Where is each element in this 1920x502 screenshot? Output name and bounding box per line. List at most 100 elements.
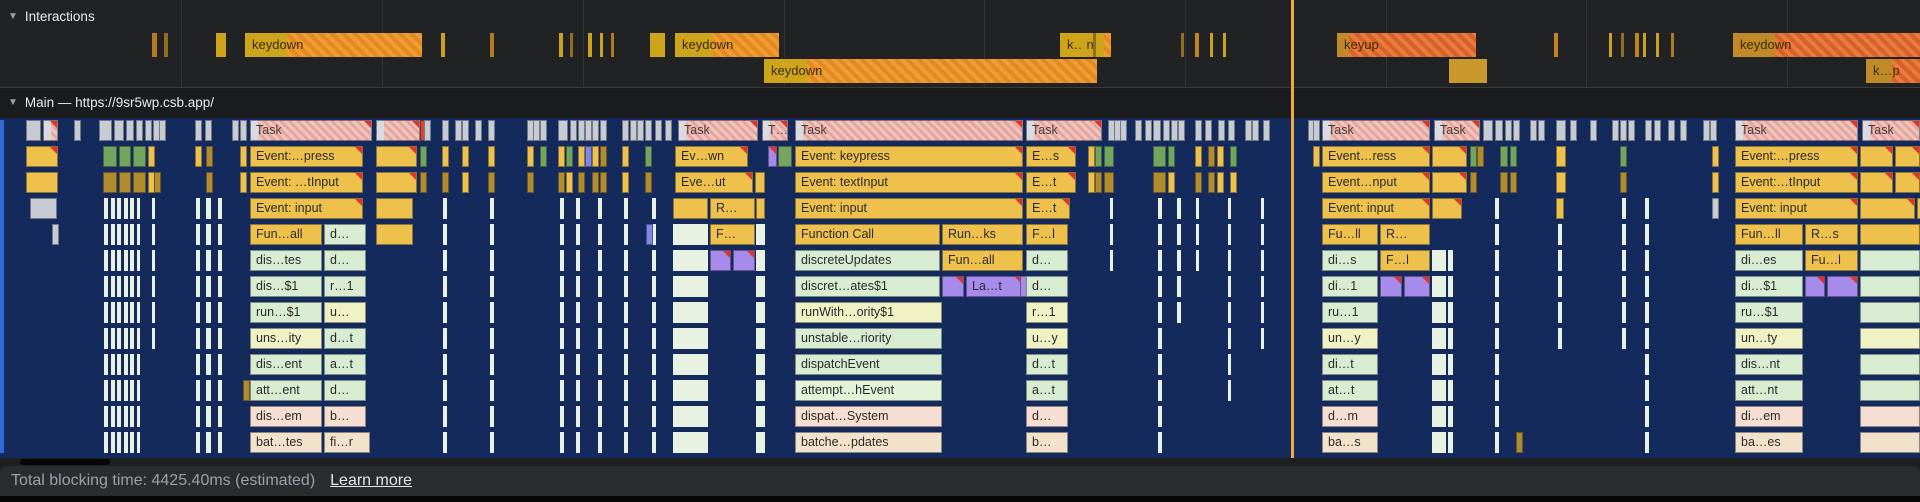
flame-bar[interactable]	[1500, 146, 1508, 167]
interaction-tick[interactable]	[600, 33, 603, 57]
flame-bar[interactable]	[1860, 380, 1920, 401]
flame-bar[interactable]: dis…em	[250, 406, 322, 427]
horizontal-scrollbar[interactable]	[0, 458, 1920, 466]
flame-bar[interactable]: dis…$1	[250, 276, 322, 297]
flame-bar[interactable]	[1153, 172, 1166, 193]
flame-bar[interactable]	[26, 146, 58, 167]
flame-bar[interactable]: R…	[710, 198, 755, 219]
flame-bar[interactable]	[578, 146, 585, 167]
interaction-tick[interactable]	[1621, 33, 1624, 57]
flame-column[interactable]	[104, 198, 108, 453]
flame-bar[interactable]	[756, 198, 765, 219]
flame-bar[interactable]	[240, 172, 247, 193]
flame-bar[interactable]	[1313, 146, 1320, 167]
flame-bar[interactable]: un…y	[1322, 328, 1378, 349]
flame-bar[interactable]	[1205, 120, 1212, 141]
flame-bar[interactable]	[243, 380, 250, 401]
flame-bar[interactable]	[1168, 172, 1175, 193]
flame-bar[interactable]	[462, 120, 469, 141]
interaction-tick[interactable]	[570, 33, 573, 57]
flame-bar[interactable]	[1860, 224, 1920, 245]
flame-bar[interactable]: Task	[1862, 120, 1920, 141]
flame-bar[interactable]: dispat…System	[795, 406, 942, 427]
flame-bar[interactable]	[1628, 120, 1635, 141]
flame-bar[interactable]	[462, 146, 469, 167]
main-track-header[interactable]: ▼ Main — https://9sr5wp.csb.app/	[8, 95, 214, 110]
flame-column[interactable]	[137, 198, 140, 453]
flame-column[interactable]	[756, 224, 765, 453]
interaction-tick[interactable]	[1223, 33, 1226, 57]
flame-column[interactable]	[576, 198, 580, 453]
collapse-arrow-icon[interactable]: ▼	[8, 11, 18, 22]
flame-bar[interactable]	[1827, 276, 1858, 297]
flame-bar[interactable]	[1217, 146, 1224, 167]
flame-column[interactable]	[1495, 198, 1499, 453]
flame-bar[interactable]	[1195, 172, 1202, 193]
flame-bar[interactable]	[1860, 328, 1920, 349]
flame-bar[interactable]	[1703, 120, 1710, 141]
flame-column[interactable]	[490, 198, 494, 453]
flame-bar[interactable]: E…t	[1026, 198, 1070, 219]
flame-bar[interactable]: u…	[324, 302, 366, 323]
interaction-tick[interactable]	[1210, 33, 1213, 57]
flame-bar[interactable]: Event: input	[795, 198, 1023, 219]
flame-bar[interactable]	[195, 120, 202, 141]
interaction-tick[interactable]	[1671, 33, 1674, 57]
flame-bar[interactable]	[585, 146, 592, 167]
flame-column[interactable]	[130, 198, 134, 453]
flame-bar[interactable]: R…s	[1805, 224, 1858, 245]
flame-bar[interactable]: Fun…all	[250, 224, 322, 245]
flame-bar[interactable]	[1712, 146, 1719, 167]
interaction-bar[interactable]: keydown	[1733, 33, 1920, 57]
flame-bar[interactable]: Event: input	[1735, 198, 1858, 219]
flame-bar[interactable]	[710, 250, 731, 271]
flame-bar[interactable]: d…	[324, 380, 366, 401]
flame-bar[interactable]	[1805, 276, 1825, 297]
flame-bar[interactable]: di…em	[1735, 406, 1803, 427]
flame-bar[interactable]	[1516, 432, 1523, 453]
flame-bar[interactable]: un…ty	[1735, 328, 1803, 349]
flame-bar[interactable]	[442, 172, 449, 193]
flame-bar[interactable]: b…	[1026, 432, 1068, 453]
flame-bar[interactable]	[540, 146, 547, 167]
flame-bar[interactable]	[1168, 146, 1175, 167]
flame-bar[interactable]	[1483, 120, 1493, 141]
flame-bar[interactable]: r…1	[1026, 302, 1068, 323]
flame-bar[interactable]	[1104, 146, 1114, 167]
flame-column[interactable]	[443, 198, 447, 453]
flame-bar[interactable]	[206, 172, 213, 193]
flame-bar[interactable]	[527, 172, 534, 193]
flame-bar[interactable]: La…t	[966, 276, 1023, 297]
flame-bar[interactable]	[1432, 146, 1467, 167]
flame-bar[interactable]	[533, 120, 540, 141]
flame-bar[interactable]: ba…s	[1322, 432, 1378, 453]
flame-bar[interactable]	[645, 146, 652, 167]
flame-bar[interactable]	[424, 120, 431, 141]
flame-bar[interactable]	[1252, 120, 1259, 141]
flame-bar[interactable]	[1195, 120, 1202, 141]
flame-column[interactable]	[1432, 250, 1446, 453]
main-flame-chart[interactable]: TaskEvent:…pressEvent: …tInputEvent: inp…	[0, 117, 1920, 458]
flame-bar[interactable]	[566, 146, 573, 167]
flame-bar[interactable]	[442, 120, 449, 141]
flame-column[interactable]	[0, 120, 4, 453]
flame-bar[interactable]	[52, 224, 59, 245]
flame-bar[interactable]: d…	[1026, 406, 1068, 427]
flame-bar[interactable]	[1432, 172, 1467, 193]
flame-bar[interactable]	[1195, 146, 1202, 167]
flame-bar[interactable]: discret…ates$1	[795, 276, 940, 297]
flame-bar[interactable]	[527, 146, 534, 167]
flame-bar[interactable]	[1477, 146, 1484, 167]
interaction-bar[interactable]: keydown	[245, 33, 422, 57]
flame-bar[interactable]	[1313, 120, 1320, 141]
flame-bar[interactable]: runWith…ority$1	[795, 302, 942, 323]
flame-bar[interactable]: R…	[1380, 224, 1430, 245]
interaction-tick[interactable]	[1656, 33, 1659, 57]
flame-bar[interactable]	[622, 146, 629, 167]
flame-column[interactable]	[1228, 198, 1231, 401]
flame-bar[interactable]	[1228, 120, 1235, 141]
flame-bar[interactable]	[26, 172, 58, 193]
flame-bar[interactable]: Event: input	[1322, 198, 1430, 219]
flame-bar[interactable]	[1432, 198, 1462, 219]
flame-bar[interactable]	[665, 120, 672, 141]
